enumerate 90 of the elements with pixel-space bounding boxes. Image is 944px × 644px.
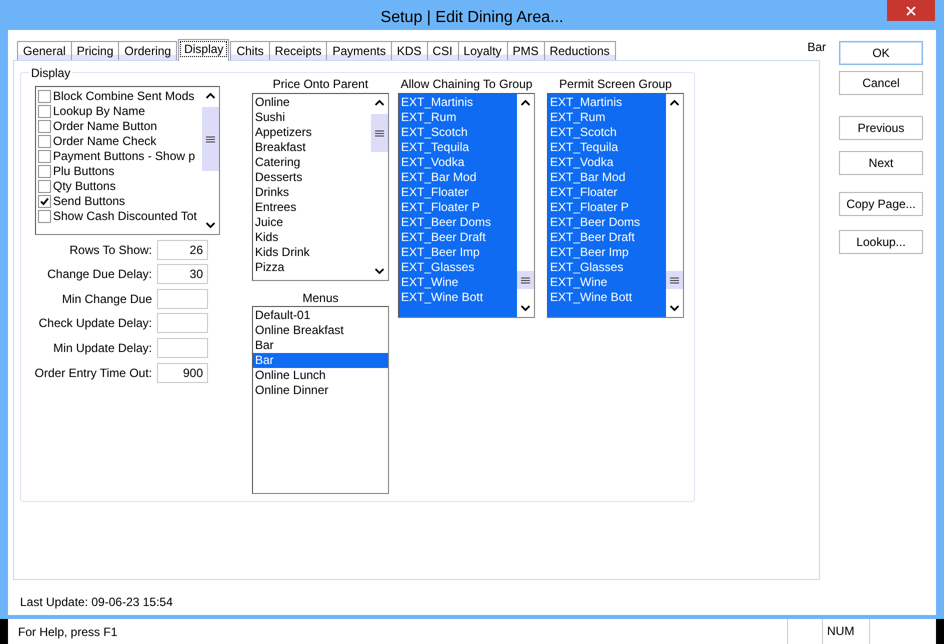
list-item[interactable]: Pizza <box>253 260 371 275</box>
option-label: Qty Buttons <box>53 179 116 194</box>
field-label: Check Update Delay: <box>38 316 152 330</box>
field-label: Min Change Due <box>60 292 152 306</box>
option-label: Order Name Button <box>53 119 158 134</box>
status-message: For Help, press F1 <box>17 624 118 638</box>
scroll-down-icon[interactable] <box>375 268 384 274</box>
list-item[interactable]: Sushi <box>253 110 371 125</box>
option-label: Payment Buttons - Show p <box>53 149 196 164</box>
list-item[interactable]: Online Breakfast <box>253 323 388 338</box>
close-button[interactable] <box>887 0 935 21</box>
checkbox[interactable] <box>38 195 51 208</box>
list-item[interactable]: Appetizers <box>253 125 371 140</box>
dialog-button[interactable]: Lookup... <box>839 230 923 254</box>
list-item[interactable]: Kids Drink <box>253 245 371 260</box>
list-item[interactable]: Catering <box>253 155 371 170</box>
list-title: Permit Screen Group <box>558 77 673 93</box>
record-name: Bar <box>807 40 826 54</box>
option-label: Lookup By Name <box>53 104 146 119</box>
group-title: Display <box>29 66 72 80</box>
input-field[interactable]: 30 <box>157 264 208 284</box>
option-label: Send Buttons <box>53 194 126 209</box>
field-label: Order Entry Time Out: <box>34 366 152 380</box>
dialog-button[interactable]: Next <box>839 151 923 175</box>
option-label: Order Name Check <box>53 134 156 149</box>
tab[interactable]: PMS <box>506 41 545 60</box>
option-label: Show Cash Discounted Tot <box>53 209 197 224</box>
list-title: Allow Chaining To Group <box>400 77 534 93</box>
input-field[interactable]: 26 <box>157 240 208 260</box>
list-item[interactable]: Desserts <box>253 170 371 185</box>
tab[interactable]: Display <box>178 39 230 61</box>
tab[interactable]: General <box>17 41 72 60</box>
scroll-thumb[interactable] <box>517 271 534 289</box>
list-item[interactable]: Bar <box>253 353 388 368</box>
close-icon <box>906 6 916 16</box>
tab[interactable]: KDS <box>390 41 428 60</box>
tab[interactable]: Pricing <box>70 41 120 60</box>
option-label: Block Combine Sent Mods <box>53 89 194 104</box>
tab[interactable]: Loyalty <box>458 41 508 60</box>
last-update-text: Last Update: 09-06-23 15:54 <box>20 595 173 609</box>
scroll-up-icon[interactable] <box>670 100 679 106</box>
list-item[interactable]: Default-01 <box>253 308 388 323</box>
scroll-thumb[interactable] <box>202 107 219 171</box>
tab[interactable]: Receipts <box>268 41 328 60</box>
scroll-down-icon[interactable] <box>521 305 530 311</box>
field-label: Min Update Delay: <box>52 340 152 355</box>
option-label: Plu Buttons <box>53 164 114 179</box>
list-item[interactable]: Online Dinner <box>253 383 388 398</box>
list-item[interactable]: Drinks <box>253 185 371 200</box>
input-field[interactable] <box>157 288 208 309</box>
list-title: Price Onto Parent <box>272 77 370 93</box>
scroll-down-icon[interactable] <box>206 222 215 228</box>
list-item[interactable]: Online Lunch <box>253 368 388 383</box>
dialog-button[interactable]: Cancel <box>839 71 923 95</box>
list-item[interactable]: Entrees <box>253 200 371 215</box>
input-field[interactable] <box>157 338 208 358</box>
scroll-up-icon[interactable] <box>206 93 215 99</box>
tab[interactable]: CSI <box>426 41 459 60</box>
checkbox[interactable] <box>38 165 51 178</box>
input-field[interactable] <box>157 313 208 334</box>
num-lock-indicator: NUM <box>827 624 854 638</box>
scroll-thumb[interactable] <box>371 114 388 152</box>
checkbox[interactable] <box>38 150 51 163</box>
scroll-thumb[interactable] <box>666 271 683 289</box>
field-label: Change Due Delay: <box>46 267 152 282</box>
checkbox[interactable] <box>38 120 51 133</box>
tab[interactable]: Ordering <box>118 41 178 60</box>
list-item[interactable]: Kids <box>253 230 371 245</box>
checkbox[interactable] <box>38 105 51 118</box>
list-title: Menus <box>301 291 340 306</box>
tab[interactable]: Payments <box>326 41 392 60</box>
window-title: Setup | Edit Dining Area... <box>380 8 564 27</box>
tab[interactable]: Reductions <box>544 41 616 60</box>
field-label: Rows To Show: <box>68 242 152 257</box>
checkbox[interactable] <box>38 180 51 193</box>
scroll-up-icon[interactable] <box>375 100 384 106</box>
dialog-button[interactable]: OK <box>839 41 923 65</box>
dialog-button[interactable]: Copy Page... <box>839 192 923 216</box>
scroll-up-icon[interactable] <box>521 100 530 106</box>
list-item[interactable]: Bar <box>253 338 388 353</box>
checkbox[interactable] <box>38 90 51 103</box>
checkbox[interactable] <box>38 135 51 148</box>
checkbox[interactable] <box>38 210 51 223</box>
scroll-down-icon[interactable] <box>670 305 679 311</box>
list-item[interactable]: Breakfast <box>253 140 371 155</box>
list-item[interactable]: Online <box>253 95 371 110</box>
input-field[interactable]: 900 <box>157 362 208 383</box>
list-item[interactable]: Juice <box>253 215 371 230</box>
dialog-button[interactable]: Previous <box>839 116 923 140</box>
tab[interactable]: Chits <box>230 41 270 60</box>
